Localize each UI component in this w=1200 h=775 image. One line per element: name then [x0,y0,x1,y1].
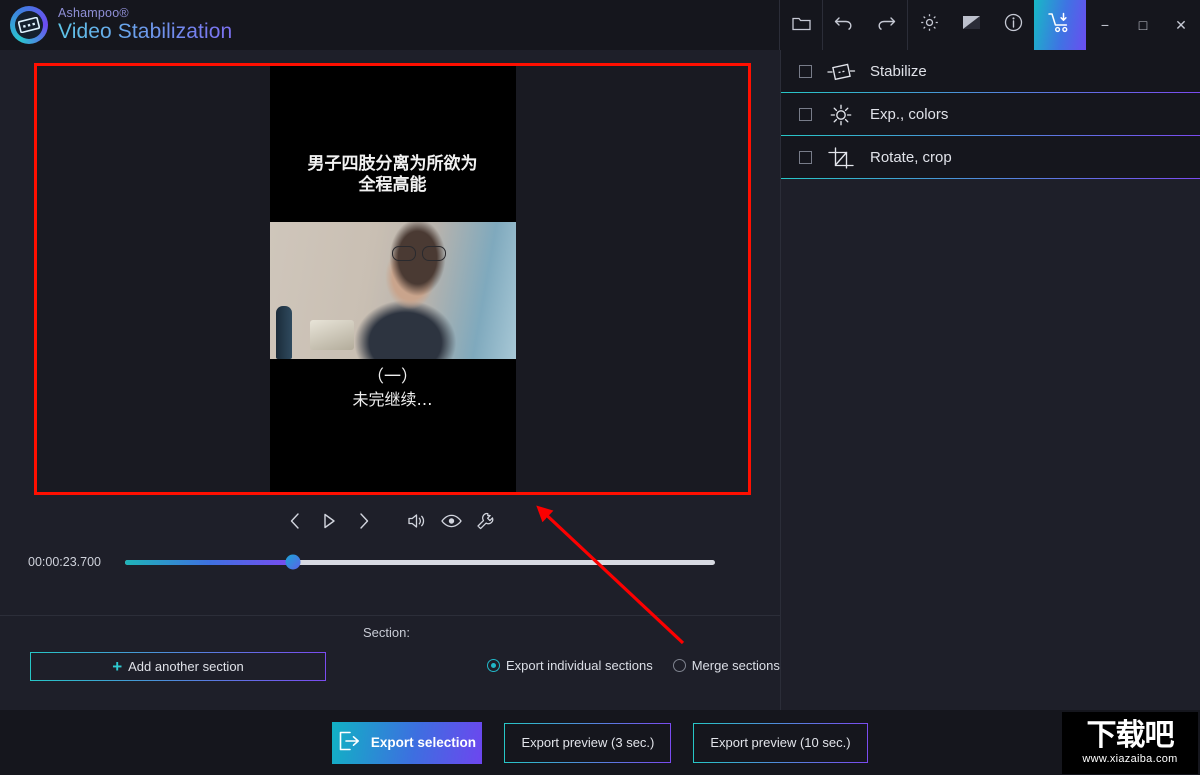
maximize-button[interactable]: □ [1124,0,1162,50]
minimize-button[interactable]: − [1086,0,1124,50]
cup-detail [309,320,354,350]
effect-label-rotate-crop: Rotate, crop [870,149,952,166]
next-frame-button[interactable] [348,506,378,536]
crop-icon [826,146,856,170]
seek-slider[interactable] [125,554,715,570]
tools-button[interactable] [470,506,500,536]
playback-controls [0,500,780,542]
watermark-title: 下载吧 [1086,718,1175,753]
bottle-detail [275,306,292,359]
undo-button[interactable] [823,0,865,50]
effect-item-stabilize[interactable]: Stabilize [781,50,1200,93]
sun-brightness-icon [826,103,856,127]
seek-row: 00:00:23.700 [0,542,780,582]
seek-handle[interactable] [285,554,301,570]
radio-export-individual-label: Export individual sections [506,658,653,673]
video-caption-bottom: （一） 未完继续… [270,366,516,411]
export-selection-label: Export selection [370,735,476,750]
exp-colors-checkbox[interactable] [799,108,812,121]
site-watermark: 下载吧 www.xiazaiba.com [1062,712,1198,774]
radio-merge-sections[interactable] [672,659,686,672]
folder-icon [791,15,811,36]
video-caption-top: 男子四肢分离为所欲为 全程高能 [270,154,516,197]
seek-fill [125,559,294,565]
add-section-button[interactable]: + Add another section [30,652,326,681]
play-button[interactable] [314,506,344,536]
title-bar: Ashampoo® Video Stabilization − □ ✕ [0,0,1200,50]
effects-panel: Stabilize Exp., colors Rotate, crop [780,50,1200,710]
video-preview-stage[interactable]: 男子四肢分离为所欲为 全程高能 （一） 未完继续… [34,63,751,495]
export-arrow-icon [339,731,361,754]
stabilize-checkbox[interactable] [799,65,812,78]
add-section-label: Add another section [128,659,244,674]
buy-button[interactable] [1034,0,1086,50]
redo-button[interactable] [865,0,907,50]
export-preview-3-button[interactable]: Export preview (3 sec.) [504,723,671,763]
video-caption-top-line2: 全程高能 [358,175,427,196]
export-selection-button[interactable]: Export selection [332,721,483,764]
video-caption-bottom-line1: （一） [367,367,418,387]
settings-button[interactable] [908,0,950,50]
effect-item-exp-colors[interactable]: Exp., colors [781,93,1200,136]
rotate-crop-checkbox[interactable] [799,151,812,164]
video-caption-top-line1: 男子四肢分离为所欲为 [307,154,478,174]
open-folder-button[interactable] [780,0,822,50]
main-area: 男子四肢分离为所欲为 全程高能 （一） 未完继续… 00:00:23.700 S… [0,50,780,742]
info-circle-icon [1004,13,1023,37]
effect-label-exp-colors: Exp., colors [870,106,949,123]
section-label: Section: [363,625,410,640]
previous-frame-button[interactable] [280,506,310,536]
effect-item-rotate-crop[interactable]: Rotate, crop [781,136,1200,179]
contrast-button[interactable] [950,0,992,50]
redo-arrow-icon [876,14,896,36]
close-button[interactable]: ✕ [1162,0,1200,50]
app-logo-icon [10,6,48,44]
glasses-detail [391,246,454,262]
footer-bar: Export selection Export preview (3 sec.)… [0,710,1200,775]
radio-merge-sections-label: Merge sections [691,658,780,673]
plus-icon: + [112,657,123,676]
info-button[interactable] [992,0,1034,50]
app-window: Ashampoo® Video Stabilization − □ ✕ 男子四肢… [0,0,1200,775]
timecode-label: 00:00:23.700 [28,555,101,569]
tilted-frame-icon [826,60,856,84]
export-preview-10-button[interactable]: Export preview (10 sec.) [693,723,867,763]
video-still-image [269,222,516,359]
radio-export-individual[interactable] [487,659,500,672]
gear-icon [920,13,939,37]
export-mode-radio-group: Export individual sections Merge section… [487,658,780,673]
titlebar-actions: − □ ✕ [779,0,1200,50]
app-title: Video Stabilization [58,19,233,43]
video-frame: 男子四肢分离为所欲为 全程高能 （一） 未完继续… [269,66,516,492]
effect-label-stabilize: Stabilize [870,63,927,80]
preview-toggle-button[interactable] [436,506,466,536]
undo-arrow-icon [834,14,854,36]
app-brand: Ashampoo® Video Stabilization [0,6,232,44]
watermark-url: www.xiazaiba.com [1082,753,1178,765]
volume-button[interactable] [402,506,432,536]
contrast-diagonal-icon [962,15,981,35]
shopping-cart-download-icon [1047,12,1073,39]
video-caption-bottom-line2: 未完继续… [352,389,433,409]
vendor-name: Ashampoo® [58,6,129,21]
divider [0,615,780,616]
